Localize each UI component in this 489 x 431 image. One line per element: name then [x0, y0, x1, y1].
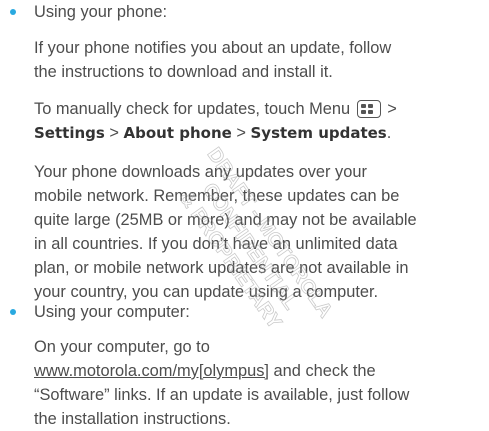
text-line: www.motorola.com/my[olympus] and check t…	[34, 359, 489, 383]
text-line: the installation instructions.	[34, 410, 231, 428]
text-line: If your phone notifies you about an upda…	[34, 39, 392, 57]
text-line: To manually check for updates, touch Men…	[34, 97, 489, 121]
paragraph-notify: If your phone notifies you about an upda…	[34, 36, 489, 84]
bullet-dot-icon	[10, 309, 16, 315]
text-line-rest: and check the	[269, 362, 376, 380]
text-line-prefix: To manually check for updates, touch Men…	[34, 100, 351, 118]
text-line-suffix: >	[387, 100, 397, 118]
bullet-label: Using your computer:	[34, 303, 190, 321]
bullet-item-computer: Using your computer:	[0, 300, 489, 324]
menu-path-about-phone: About phone	[123, 124, 232, 142]
text-line: the instructions to download and install…	[34, 63, 333, 81]
paragraph-manual-check: To manually check for updates, touch Men…	[34, 97, 489, 145]
text-line: On your computer, go to	[34, 338, 210, 356]
paragraph-network-updates: Your phone downloads any updates over yo…	[34, 160, 489, 304]
menu-path-settings: Settings	[34, 124, 105, 142]
text-line: mobile network. Remember, these updates …	[34, 187, 400, 205]
document-page: Using your phone: If your phone notifies…	[0, 0, 489, 428]
text-line: plan, or mobile network updates are not …	[34, 259, 409, 277]
menu-path-system-updates: System updates	[250, 124, 387, 142]
bullet-label: Using your phone:	[34, 3, 168, 21]
text-line: “Software” links. If an update is availa…	[34, 386, 410, 404]
motorola-link[interactable]: www.motorola.com/my[olympus]	[34, 362, 269, 380]
menu-path-separator: >	[231, 124, 251, 142]
text-line: Settings > About phone > System updates.	[34, 121, 489, 145]
bullet-item-phone: Using your phone:	[0, 0, 489, 24]
menu-key-icon	[356, 100, 381, 118]
text-line: Your phone downloads any updates over yo…	[34, 163, 367, 181]
text-line: quite large (25MB or more) and may not b…	[34, 211, 417, 229]
bullet-dot-icon	[10, 9, 16, 15]
paragraph-computer-update: On your computer, go to www.motorola.com…	[34, 335, 489, 431]
text-line: in all countries. If you don’t have an u…	[34, 235, 398, 253]
sentence-end: .	[386, 124, 392, 142]
menu-path-separator: >	[104, 124, 124, 142]
